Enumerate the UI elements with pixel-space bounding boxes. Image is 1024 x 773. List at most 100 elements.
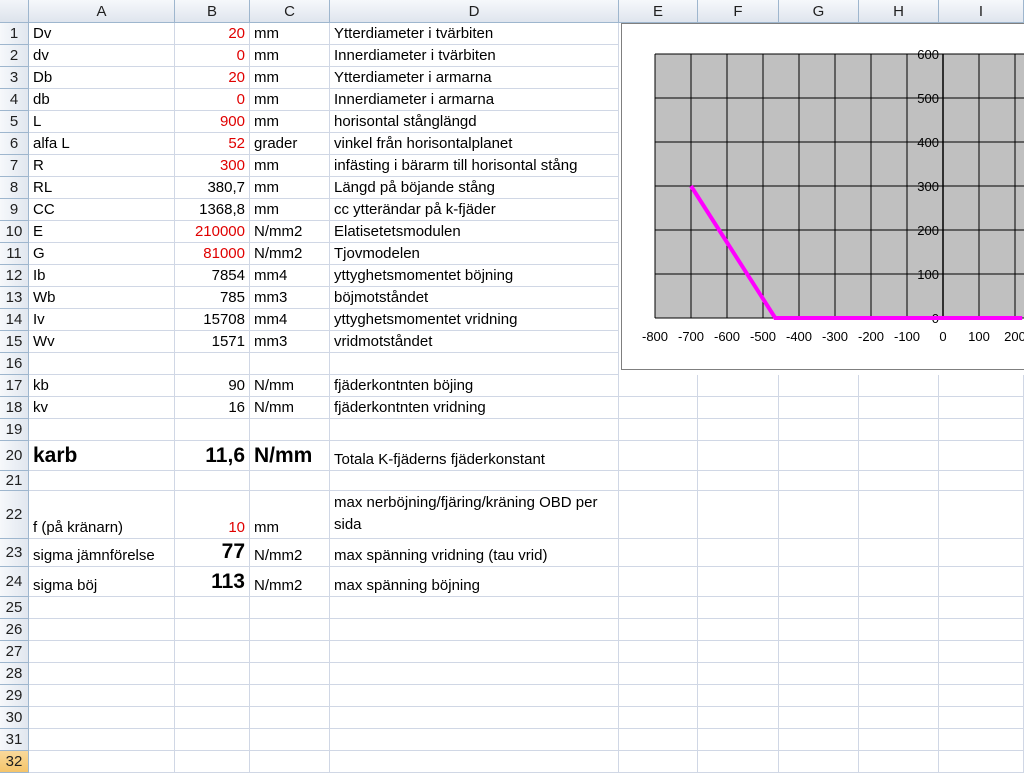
cell-c28[interactable] xyxy=(250,663,330,685)
cell-d14[interactable]: yttyghetsmomentet vridning xyxy=(330,309,619,331)
cell-a18[interactable]: kv xyxy=(29,397,175,419)
cell-c1[interactable]: mm xyxy=(250,23,330,45)
cell-a9[interactable]: CC xyxy=(29,199,175,221)
row-header-13[interactable]: 13 xyxy=(0,287,29,309)
cell-g29[interactable] xyxy=(779,685,859,707)
cell-d9[interactable]: cc ytterändar på k-fjäder xyxy=(330,199,619,221)
row-header-26[interactable]: 26 xyxy=(0,619,29,641)
row-header-23[interactable]: 23 xyxy=(0,539,29,567)
row-header-1[interactable]: 1 xyxy=(0,23,29,45)
row-header-31[interactable]: 31 xyxy=(0,729,29,751)
cell-d6[interactable]: vinkel från horisontalplanet xyxy=(330,133,619,155)
cell-b32[interactable] xyxy=(175,751,250,773)
cell-b21[interactable] xyxy=(175,471,250,491)
row-header-3[interactable]: 3 xyxy=(0,67,29,89)
cell-b1[interactable]: 20 xyxy=(175,23,250,45)
cell-i25[interactable] xyxy=(939,597,1024,619)
row-header-29[interactable]: 29 xyxy=(0,685,29,707)
cell-a12[interactable]: Ib xyxy=(29,265,175,287)
cell-b16[interactable] xyxy=(175,353,250,375)
cell-c30[interactable] xyxy=(250,707,330,729)
cell-b28[interactable] xyxy=(175,663,250,685)
cell-g26[interactable] xyxy=(779,619,859,641)
cell-c20[interactable]: N/mm xyxy=(250,441,330,471)
cell-i30[interactable] xyxy=(939,707,1024,729)
row-header-2[interactable]: 2 xyxy=(0,45,29,67)
row-header-28[interactable]: 28 xyxy=(0,663,29,685)
cell-f21[interactable] xyxy=(698,471,779,491)
cell-f32[interactable] xyxy=(698,751,779,773)
cell-d23[interactable]: max spänning vridning (tau vrid) xyxy=(330,539,619,567)
cell-a8[interactable]: RL xyxy=(29,177,175,199)
cell-c17[interactable]: N/mm xyxy=(250,375,330,397)
cell-c4[interactable]: mm xyxy=(250,89,330,111)
cell-f18[interactable] xyxy=(698,397,779,419)
cell-f20[interactable] xyxy=(698,441,779,471)
cell-d17[interactable]: fjäderkontnten böjing xyxy=(330,375,619,397)
cell-a5[interactable]: L xyxy=(29,111,175,133)
cell-d4[interactable]: Innerdiameter i armarna xyxy=(330,89,619,111)
cell-c18[interactable]: N/mm xyxy=(250,397,330,419)
cell-g18[interactable] xyxy=(779,397,859,419)
cell-g28[interactable] xyxy=(779,663,859,685)
cell-c19[interactable] xyxy=(250,419,330,441)
cell-b15[interactable]: 1571 xyxy=(175,331,250,353)
cell-a15[interactable]: Wv xyxy=(29,331,175,353)
cell-a20[interactable]: karb xyxy=(29,441,175,471)
cell-b20[interactable]: 11,6 xyxy=(175,441,250,471)
cell-f29[interactable] xyxy=(698,685,779,707)
cell-d16[interactable] xyxy=(330,353,619,375)
cell-d20[interactable]: Totala K-fjäderns fjäderkonstant xyxy=(330,441,619,471)
row-header-21[interactable]: 21 xyxy=(0,471,29,491)
cell-d26[interactable] xyxy=(330,619,619,641)
cell-b7[interactable]: 300 xyxy=(175,155,250,177)
cell-f24[interactable] xyxy=(698,567,779,597)
cell-a19[interactable] xyxy=(29,419,175,441)
row-header-22[interactable]: 22 xyxy=(0,491,29,539)
cell-c24[interactable]: N/mm2 xyxy=(250,567,330,597)
cell-b14[interactable]: 15708 xyxy=(175,309,250,331)
cell-f31[interactable] xyxy=(698,729,779,751)
cell-b17[interactable]: 90 xyxy=(175,375,250,397)
cell-b26[interactable] xyxy=(175,619,250,641)
cell-a22[interactable]: f (på kränarn) xyxy=(29,491,175,539)
row-header-24[interactable]: 24 xyxy=(0,567,29,597)
cell-g20[interactable] xyxy=(779,441,859,471)
cell-h26[interactable] xyxy=(859,619,939,641)
cell-b24[interactable]: 113 xyxy=(175,567,250,597)
cell-i27[interactable] xyxy=(939,641,1024,663)
cell-b3[interactable]: 20 xyxy=(175,67,250,89)
cell-a31[interactable] xyxy=(29,729,175,751)
cell-d5[interactable]: horisontal stånglängd xyxy=(330,111,619,133)
row-header-17[interactable]: 17 xyxy=(0,375,29,397)
cell-d3[interactable]: Ytterdiameter i armarna xyxy=(330,67,619,89)
cell-e26[interactable] xyxy=(619,619,698,641)
cell-h23[interactable] xyxy=(859,539,939,567)
cell-g22[interactable] xyxy=(779,491,859,539)
row-header-11[interactable]: 11 xyxy=(0,243,29,265)
cell-b13[interactable]: 785 xyxy=(175,287,250,309)
cell-h28[interactable] xyxy=(859,663,939,685)
cell-g24[interactable] xyxy=(779,567,859,597)
row-header-25[interactable]: 25 xyxy=(0,597,29,619)
cell-f22[interactable] xyxy=(698,491,779,539)
cell-c32[interactable] xyxy=(250,751,330,773)
cell-c29[interactable] xyxy=(250,685,330,707)
cell-e32[interactable] xyxy=(619,751,698,773)
cell-c9[interactable]: mm xyxy=(250,199,330,221)
cell-i17[interactable] xyxy=(939,375,1024,397)
cell-i19[interactable] xyxy=(939,419,1024,441)
cell-e17[interactable] xyxy=(619,375,698,397)
cell-c5[interactable]: mm xyxy=(250,111,330,133)
cell-d2[interactable]: Innerdiameter i tvärbiten xyxy=(330,45,619,67)
cell-h30[interactable] xyxy=(859,707,939,729)
cell-d19[interactable] xyxy=(330,419,619,441)
cell-i31[interactable] xyxy=(939,729,1024,751)
cell-b29[interactable] xyxy=(175,685,250,707)
cell-e20[interactable] xyxy=(619,441,698,471)
cell-a27[interactable] xyxy=(29,641,175,663)
cell-b11[interactable]: 81000 xyxy=(175,243,250,265)
cell-a1[interactable]: Dv xyxy=(29,23,175,45)
cell-d13[interactable]: böjmotståndet xyxy=(330,287,619,309)
cell-d21[interactable] xyxy=(330,471,619,491)
